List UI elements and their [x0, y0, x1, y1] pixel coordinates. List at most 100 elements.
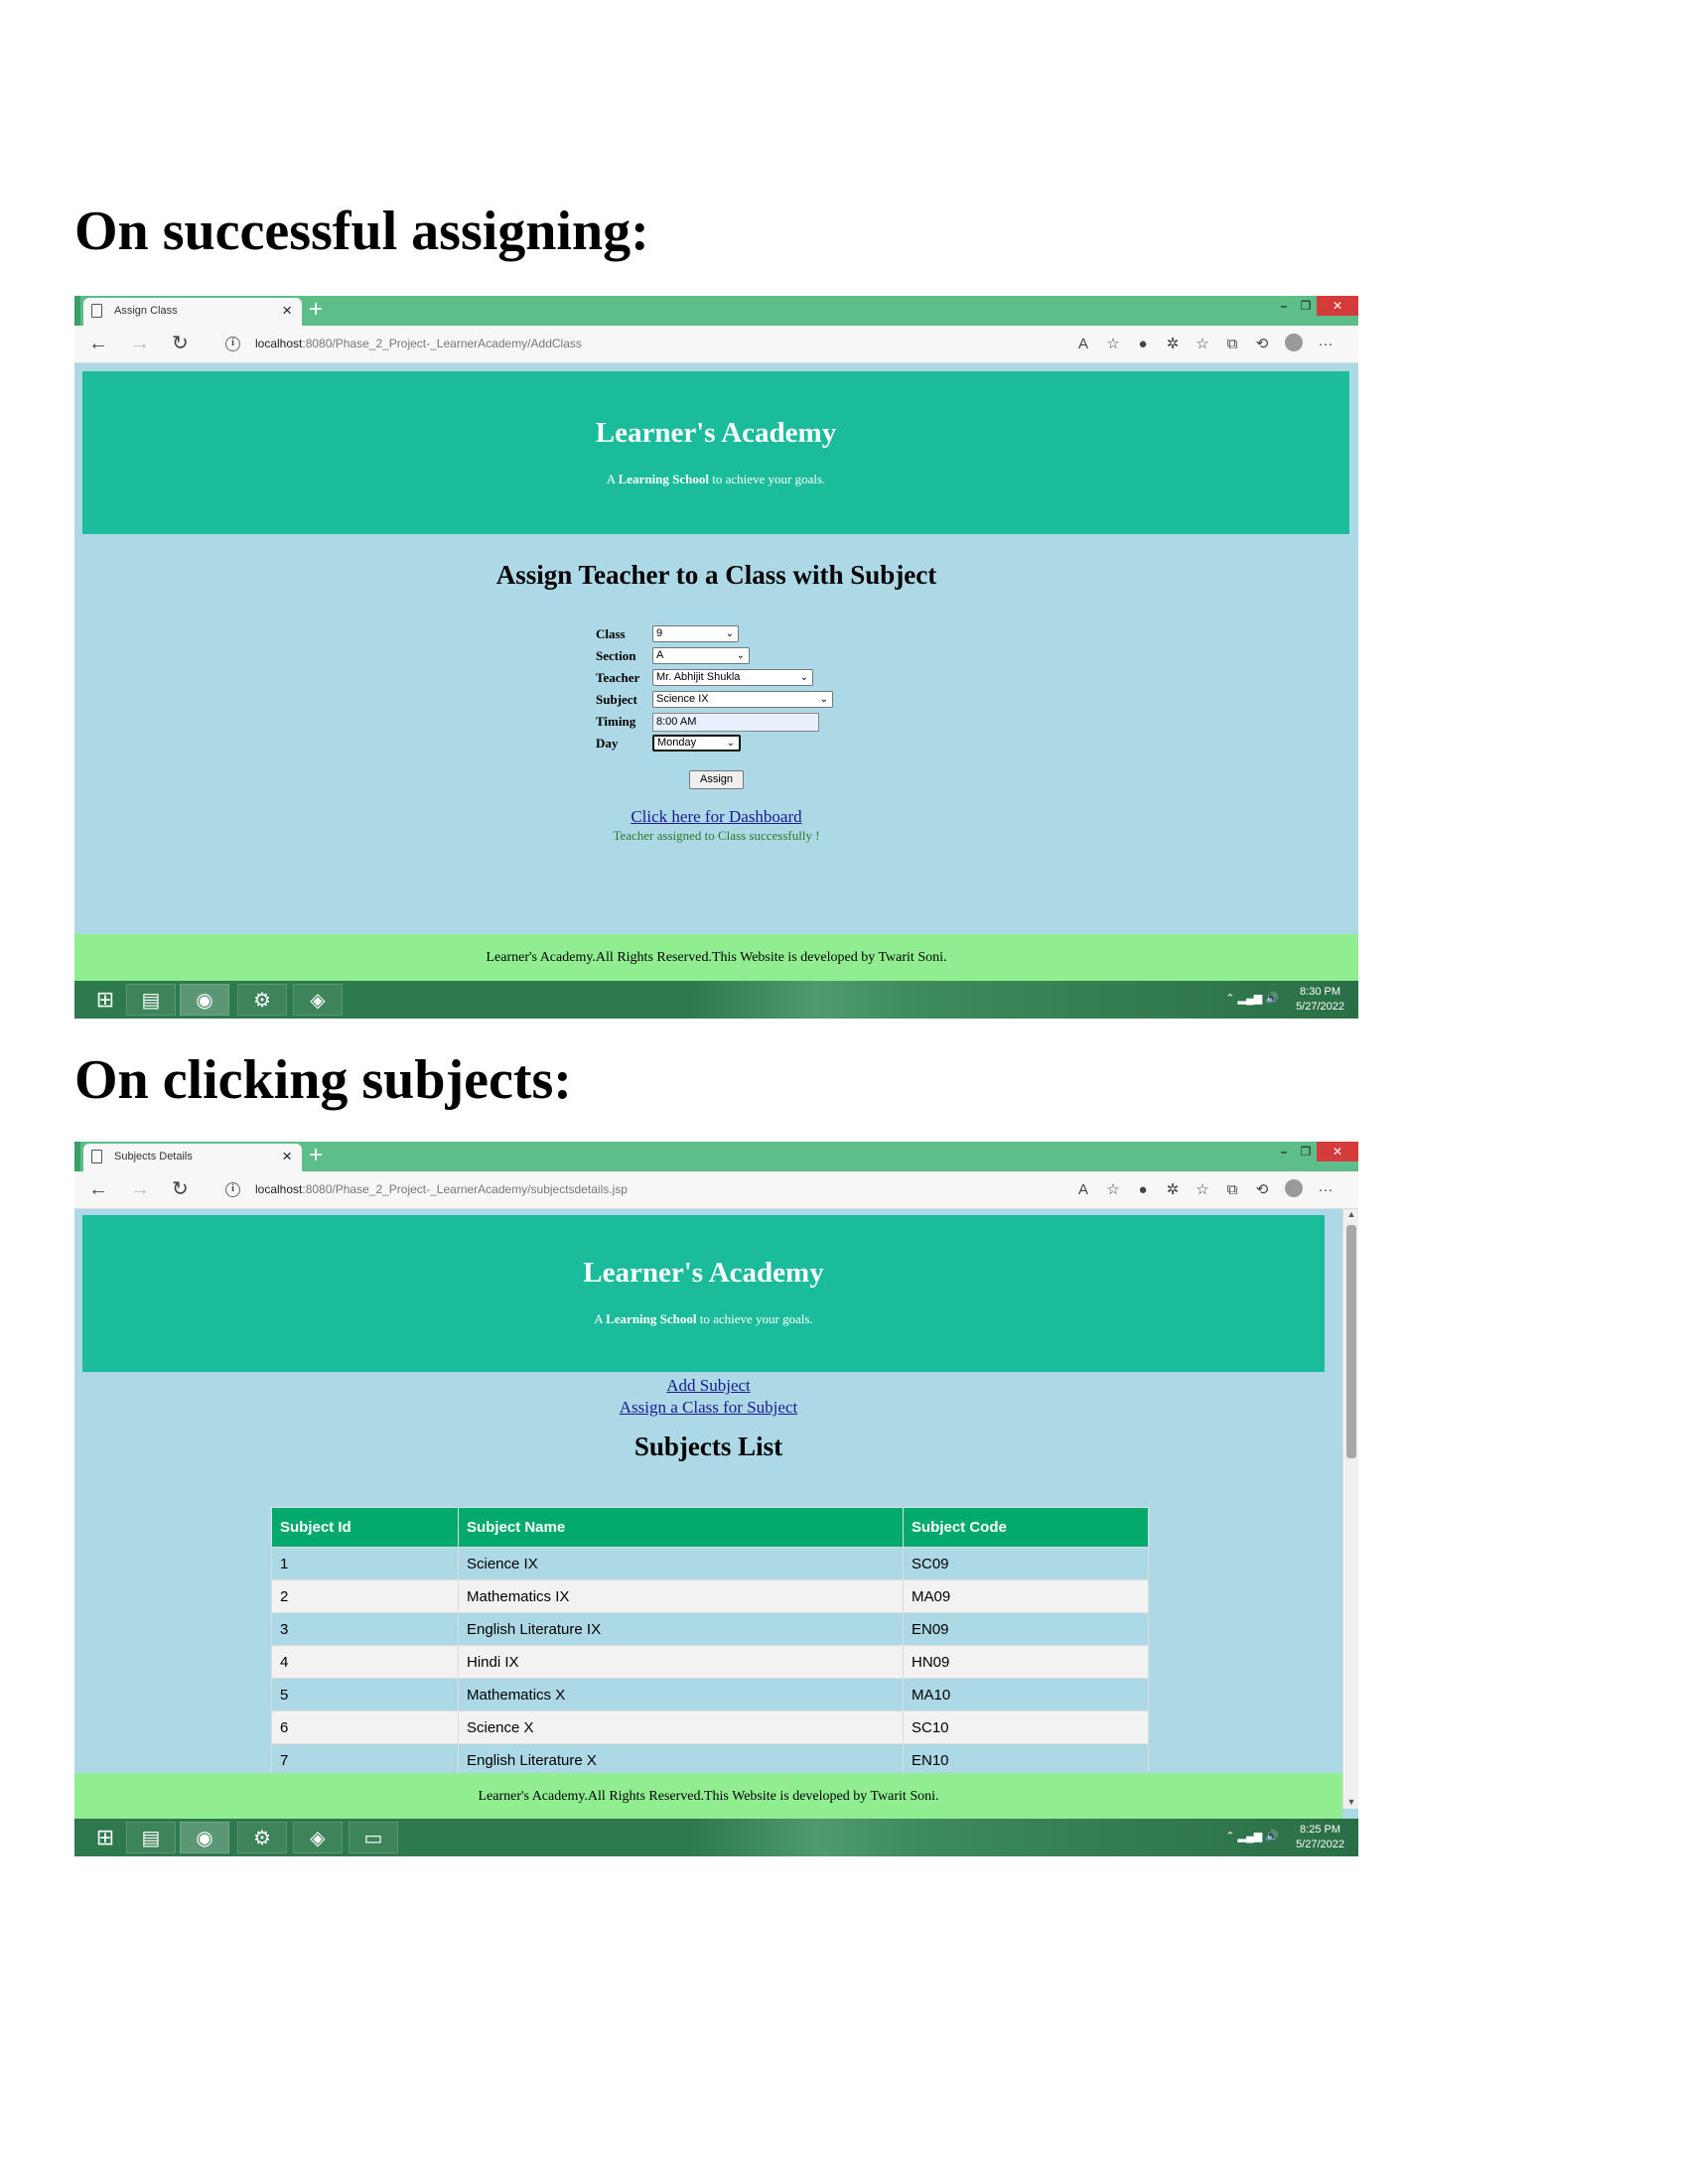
- profile-avatar[interactable]: [1285, 1179, 1303, 1197]
- url-field[interactable]: localhost:8080/Phase_2_Project-_LearnerA…: [255, 337, 582, 350]
- site-footer: Learner's Academy.All Rights Reserved.Th…: [74, 934, 1358, 982]
- clock[interactable]: 8:25 PM 5/27/2022: [1296, 1823, 1344, 1852]
- assign-button[interactable]: Assign: [689, 770, 744, 789]
- table-row: 4 Hindi IX HN09: [271, 1645, 1149, 1679]
- more-icon[interactable]: ···: [1311, 1181, 1340, 1198]
- class-label: Class: [596, 626, 626, 641]
- collections-icon[interactable]: ⧉: [1217, 336, 1247, 352]
- section-select[interactable]: A ⌄: [652, 647, 750, 664]
- collections-icon[interactable]: ⧉: [1217, 1181, 1247, 1198]
- table-row: 2 Mathematics IX MA09: [271, 1579, 1149, 1613]
- close-window-icon[interactable]: ✕: [1317, 296, 1358, 316]
- browser-tab[interactable]: Subjects Details ×: [83, 1144, 302, 1171]
- new-tab-icon[interactable]: +: [309, 296, 323, 324]
- browser-tab[interactable]: Assign Class ×: [83, 298, 302, 326]
- table-row: 5 Mathematics X MA10: [271, 1678, 1149, 1711]
- url-field[interactable]: localhost:8080/Phase_2_Project-_LearnerA…: [255, 1182, 628, 1196]
- edge-browser-icon[interactable]: ◉: [180, 984, 229, 1016]
- minimize-icon[interactable]: –: [1273, 1142, 1295, 1161]
- read-aloud-icon[interactable]: A: [1068, 1181, 1098, 1198]
- clock[interactable]: 8:30 PM 5/27/2022: [1296, 985, 1344, 1015]
- close-window-icon[interactable]: ✕: [1317, 1142, 1358, 1161]
- info-icon[interactable]: i: [225, 1182, 240, 1197]
- forward-icon[interactable]: →: [130, 333, 150, 354]
- site-tagline: A Learning School to achieve your goals.: [594, 1311, 813, 1326]
- more-icon[interactable]: ···: [1311, 336, 1340, 352]
- browser-tab-strip: Assign Class × + – ❐ ✕: [74, 296, 1358, 326]
- tab-title: Subjects Details: [114, 1151, 193, 1162]
- class-select[interactable]: 9 ⌄: [652, 625, 739, 642]
- history-icon[interactable]: ⟲: [1247, 1180, 1277, 1198]
- extension-icon[interactable]: ●: [1128, 336, 1158, 352]
- page-icon: [91, 1150, 102, 1163]
- taskbar: ⊞ ▤ ◉ ⚙ ◈ ⌃ ▂▄▆ 🔊 8:30 PM 5/27/2022: [74, 981, 1358, 1019]
- back-icon[interactable]: ←: [88, 333, 108, 354]
- column-header[interactable]: Subject Id: [271, 1507, 459, 1548]
- site-tagline: A Learning School to achieve your goals.: [606, 472, 826, 486]
- section-heading-subjects: On clicking subjects:: [74, 1049, 572, 1111]
- screenshot-assign-class: Assign Class × + – ❐ ✕ ← → ↻ i localhost:8…: [74, 296, 1358, 1019]
- tray-icons[interactable]: ⌃ ▂▄▆ 🔊: [1225, 992, 1279, 1005]
- site-footer: Learner's Academy.All Rights Reserved.Th…: [74, 1773, 1342, 1821]
- favorite-add-icon[interactable]: ☆: [1098, 1180, 1128, 1198]
- close-tab-icon[interactable]: ×: [282, 301, 292, 321]
- puzzle-icon[interactable]: ✲: [1158, 335, 1188, 352]
- chevron-down-icon: ⌄: [725, 628, 734, 639]
- timing-label: Timing: [596, 714, 636, 729]
- info-icon[interactable]: i: [225, 337, 240, 351]
- subject-select[interactable]: Science IX ⌄: [652, 691, 833, 708]
- windows-start-icon[interactable]: ⊞: [80, 1822, 130, 1853]
- mysql-workbench-icon[interactable]: ◈: [293, 984, 343, 1016]
- file-explorer-icon[interactable]: ▤: [126, 984, 176, 1016]
- edge-browser-icon[interactable]: ◉: [180, 1822, 229, 1853]
- site-header: Learner's Academy A Learning School to a…: [82, 371, 1349, 534]
- teacher-label: Teacher: [596, 670, 640, 685]
- teacher-select[interactable]: Mr. Abhijit Shukla ⌄: [652, 669, 813, 686]
- read-aloud-icon[interactable]: A: [1068, 336, 1098, 352]
- scrollbar-thumb[interactable]: [1346, 1225, 1356, 1458]
- extension-icon[interactable]: ●: [1128, 1181, 1158, 1198]
- file-explorer-icon[interactable]: ▤: [126, 1822, 176, 1853]
- windows-start-icon[interactable]: ⊞: [80, 984, 130, 1016]
- scroll-down-icon[interactable]: ▼: [1343, 1797, 1358, 1807]
- close-tab-icon[interactable]: ×: [282, 1147, 292, 1166]
- day-select[interactable]: Monday ⌄: [652, 735, 741, 751]
- column-header[interactable]: Subject Code: [903, 1507, 1149, 1548]
- assign-class-link[interactable]: Assign a Class for Subject: [620, 1398, 797, 1417]
- success-message: Teacher assigned to Class successfully !: [613, 828, 820, 843]
- forward-icon[interactable]: →: [130, 1178, 150, 1200]
- site-title: Learner's Academy: [595, 417, 837, 449]
- reload-icon[interactable]: ↻: [172, 1178, 189, 1200]
- section-heading-assigning: On successful assigning:: [74, 201, 649, 262]
- new-tab-icon[interactable]: +: [309, 1142, 323, 1169]
- chevron-down-icon: ⌄: [726, 738, 735, 749]
- add-subject-link[interactable]: Add Subject: [666, 1376, 751, 1395]
- browser-tab-strip: Subjects Details × + – ❐ ✕: [74, 1142, 1358, 1171]
- mysql-workbench-icon[interactable]: ◈: [293, 1822, 343, 1853]
- favorites-icon[interactable]: ☆: [1188, 1180, 1217, 1198]
- vertical-scrollbar[interactable]: ▲ ▼: [1342, 1209, 1358, 1809]
- table-row: 7 English Literature X EN10: [271, 1743, 1149, 1777]
- scroll-up-icon[interactable]: ▲: [1343, 1209, 1358, 1219]
- dashboard-link[interactable]: Click here for Dashboard: [631, 807, 801, 826]
- restore-icon[interactable]: ❐: [1295, 296, 1317, 316]
- subjects-title: Subjects List: [633, 1432, 783, 1461]
- subject-label: Subject: [596, 692, 637, 707]
- day-label: Day: [596, 736, 619, 751]
- screenshot-subjects-details: Subjects Details × + – ❐ ✕ ← → ↻ i localho…: [74, 1142, 1358, 1856]
- history-icon[interactable]: ⟲: [1247, 335, 1277, 352]
- remote-desktop-icon[interactable]: ▭: [349, 1822, 398, 1853]
- reload-icon[interactable]: ↻: [172, 333, 189, 354]
- back-icon[interactable]: ←: [88, 1178, 108, 1200]
- timing-input[interactable]: 8:00 AM: [652, 713, 819, 732]
- restore-icon[interactable]: ❐: [1295, 1142, 1317, 1161]
- favorites-icon[interactable]: ☆: [1188, 335, 1217, 352]
- profile-avatar[interactable]: [1285, 334, 1303, 351]
- eclipse-icon[interactable]: ⚙: [237, 984, 287, 1016]
- tray-icons[interactable]: ⌃ ▂▄▆ 🔊: [1225, 1830, 1279, 1843]
- puzzle-icon[interactable]: ✲: [1158, 1180, 1188, 1198]
- favorite-add-icon[interactable]: ☆: [1098, 335, 1128, 352]
- minimize-icon[interactable]: –: [1273, 296, 1295, 316]
- column-header[interactable]: Subject Name: [458, 1507, 904, 1548]
- eclipse-icon[interactable]: ⚙: [237, 1822, 287, 1853]
